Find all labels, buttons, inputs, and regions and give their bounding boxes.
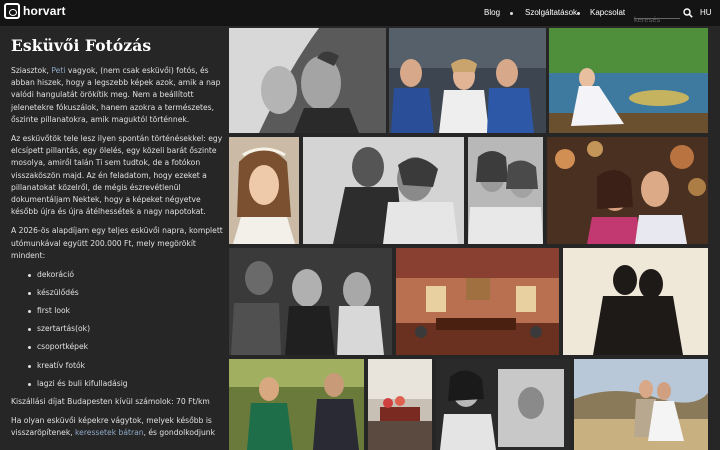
photo-image xyxy=(574,359,708,450)
closing-paragraph: Ha olyan esküvői képekre vágytok, melyek… xyxy=(11,415,225,439)
description-paragraph: Az esküvőtök tele lesz ilyen spontán tör… xyxy=(11,134,223,217)
list-item: készülődés xyxy=(11,287,225,299)
photo-bride-portrait[interactable] xyxy=(229,137,299,244)
page-title: Esküvői Fotózás xyxy=(11,36,152,55)
photo-image xyxy=(229,28,386,133)
nav-contact-link[interactable]: Kapcsolat xyxy=(590,8,625,17)
photo-two-women[interactable] xyxy=(468,137,543,244)
services-list: dekoráció készülődés first look szertart… xyxy=(11,269,225,390)
pricing-paragraph: A 2026-ös alapdíjam egy teljes esküvői n… xyxy=(11,226,223,260)
photo-cake-table[interactable] xyxy=(368,359,432,450)
travel-fee-text: Kiszállási díjat Budapesten kívül számol… xyxy=(11,396,210,406)
language-selector[interactable]: HU xyxy=(700,8,712,17)
photo-guests-toast[interactable] xyxy=(229,359,364,450)
contact-link[interactable]: keressetek bátran xyxy=(75,428,144,437)
photo-couple-silhouette[interactable] xyxy=(563,248,708,355)
photo-couple-veil[interactable] xyxy=(229,28,386,133)
photo-image xyxy=(549,28,708,133)
nav-blog-link[interactable]: Blog xyxy=(484,8,500,17)
photo-image xyxy=(229,137,299,244)
article-content: Esküvői Fotózás Sziasztok, Peti vagyok, … xyxy=(11,36,225,446)
photo-guests-bw[interactable] xyxy=(229,248,392,355)
closing-text: , és gondolkodjunk xyxy=(143,428,216,438)
photo-couple-kiss-lights[interactable] xyxy=(547,137,708,244)
intro-text: Sziasztok, xyxy=(11,66,52,75)
photo-image xyxy=(229,248,392,355)
photo-ceremony-hall[interactable] xyxy=(396,248,559,355)
search-icon[interactable] xyxy=(683,8,693,18)
list-item: kreatív fotók xyxy=(11,360,225,372)
photo-image xyxy=(368,359,432,450)
top-navigation-bar: horvart Blog Szolgáltatások Kapcsolat HU xyxy=(0,0,720,26)
photo-bride-mirror[interactable] xyxy=(436,359,570,450)
list-item: first look xyxy=(11,305,225,317)
search-field[interactable] xyxy=(634,7,680,25)
list-item: szertartás(ok) xyxy=(11,323,225,335)
list-item: csoportképek xyxy=(11,341,225,353)
photo-image xyxy=(468,137,543,244)
photo-couple-embrace[interactable] xyxy=(303,137,464,244)
photo-couple-field[interactable] xyxy=(574,359,708,450)
camera-logo-icon xyxy=(4,3,20,19)
photo-bridesmaids[interactable] xyxy=(389,28,546,133)
nav-separator-dot xyxy=(577,12,580,15)
photo-image xyxy=(436,359,570,450)
photo-bride-lake[interactable] xyxy=(549,28,708,133)
nav-separator-dot xyxy=(510,12,513,15)
photo-image xyxy=(389,28,546,133)
photo-image xyxy=(229,359,364,450)
about-link[interactable]: Peti xyxy=(51,66,65,75)
list-item: lagzi és buli kifulladásig xyxy=(11,378,225,390)
nav-services-link[interactable]: Szolgáltatások xyxy=(525,8,577,17)
photo-image xyxy=(303,137,464,244)
logo[interactable]: horvart xyxy=(4,3,66,19)
list-item: dekoráció xyxy=(11,269,225,281)
logo-text: horvart xyxy=(23,4,66,18)
intro-paragraph: Sziasztok, Peti vagyok, (nem csak esküvő… xyxy=(11,65,225,126)
search-input[interactable] xyxy=(634,14,680,25)
photo-image xyxy=(563,248,708,355)
photo-image xyxy=(547,137,708,244)
photo-image xyxy=(396,248,559,355)
